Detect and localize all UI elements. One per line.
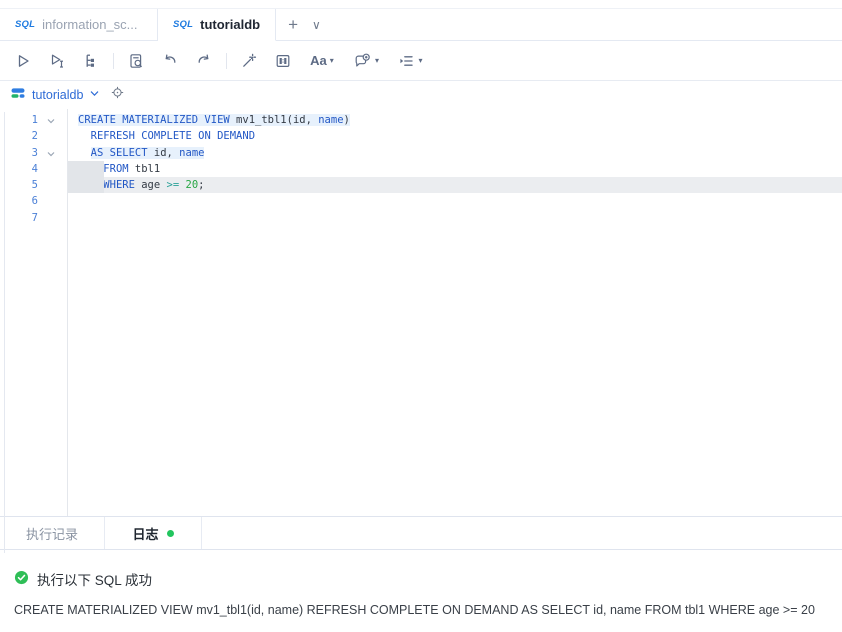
tab-tutorialdb[interactable]: SQL tutorialdb xyxy=(158,9,277,41)
gutter-row: 7 xyxy=(0,210,67,226)
format-sql-button[interactable] xyxy=(232,47,266,75)
log-status-text: 执行以下 SQL 成功 xyxy=(37,573,153,588)
file-search-icon xyxy=(127,52,145,70)
redo-button[interactable] xyxy=(187,47,221,75)
statement-highlight: CREATE MATERIALIZED VIEW mv1_tbl1(id, na… xyxy=(78,114,350,126)
window-top-gap xyxy=(0,0,842,8)
code-line[interactable] xyxy=(68,210,842,226)
editor-header: tutorialdb xyxy=(0,81,842,109)
dropdown-caret-icon: ▾ xyxy=(418,56,423,65)
new-tab-button[interactable]: + xyxy=(288,16,298,33)
gutter-row: 3 xyxy=(0,145,67,161)
gutter-row: 4 xyxy=(0,161,67,177)
line-number: 3 xyxy=(31,146,38,159)
indent-guide xyxy=(68,160,104,178)
statement-highlight: AS SELECT id, name xyxy=(90,146,205,159)
line-number: 2 xyxy=(31,130,38,143)
panel-left-edge xyxy=(4,112,5,553)
undo-button[interactable] xyxy=(153,47,187,75)
line-number: 4 xyxy=(31,162,38,175)
tab-label: 日志 xyxy=(132,526,159,542)
sql-preview-button[interactable] xyxy=(119,47,153,75)
code-line[interactable]: REFRESH COMPLETE ON DEMAND xyxy=(68,128,842,144)
line-number: 7 xyxy=(31,211,38,224)
tab-execution-records[interactable]: 执行记录 xyxy=(0,517,105,549)
toolbar-separator xyxy=(226,52,227,69)
dropdown-caret-icon: ▾ xyxy=(329,56,334,65)
code-line[interactable]: AS SELECT id, name xyxy=(68,145,842,161)
tab-log[interactable]: 日志 xyxy=(105,517,202,549)
undo-icon xyxy=(161,52,179,70)
magic-wand-icon xyxy=(240,52,258,70)
sql-file-icon: SQL xyxy=(173,18,194,30)
execution-plan-icon xyxy=(82,52,100,70)
sql-file-icon: SQL xyxy=(15,18,36,30)
toolbar-separator xyxy=(113,52,114,69)
line-number: 1 xyxy=(31,114,38,126)
tab-label: information_sc... xyxy=(42,17,138,32)
editor-gutter: 1 2 3 4 5 6 7 xyxy=(0,109,68,516)
run-selection-button[interactable] xyxy=(40,47,74,75)
text-case-dropdown[interactable]: Aa ▾ xyxy=(300,47,344,75)
result-tabbar: 执行记录 日志 xyxy=(0,516,842,550)
code-line[interactable]: WHERE age >= 20; xyxy=(68,177,842,194)
gutter-row: 2 xyxy=(0,128,67,144)
line-number: 5 xyxy=(31,179,38,192)
document-tabbar: SQL information_sc... SQL tutorialdb + ∨ xyxy=(0,8,842,41)
dropdown-caret-icon: ▾ xyxy=(374,56,379,65)
indent-guide xyxy=(68,177,104,194)
log-panel: 执行以下 SQL 成功 CREATE MATERIALIZED VIEW mv1… xyxy=(0,550,842,617)
run-icon xyxy=(14,52,32,70)
snippet-dropdown[interactable]: ▾ xyxy=(344,47,388,75)
log-sql-text: CREATE MATERIALIZED VIEW mv1_tbl1(id, na… xyxy=(14,603,815,617)
tab-list-chevron-icon[interactable]: ∨ xyxy=(312,19,321,31)
comment-plus-icon xyxy=(353,52,372,70)
code-line[interactable]: CREATE MATERIALIZED VIEW mv1_tbl1(id, na… xyxy=(68,112,842,128)
line-number: 6 xyxy=(31,195,38,208)
compare-button[interactable] xyxy=(266,47,300,75)
success-check-icon xyxy=(14,570,29,588)
code-line[interactable] xyxy=(68,193,842,209)
editor-toolbar: Aa ▾ ▾ ▾ xyxy=(0,41,842,81)
compare-icon xyxy=(274,52,292,70)
connection-chevron-icon[interactable] xyxy=(89,86,100,104)
redo-icon xyxy=(195,52,213,70)
tab-label: tutorialdb xyxy=(200,17,261,32)
tab-information-schema[interactable]: SQL information_sc... xyxy=(0,9,158,40)
run-cursor-icon xyxy=(48,52,66,70)
code-line[interactable]: FROM tbl1 xyxy=(68,160,842,178)
activity-dot-icon xyxy=(166,529,174,537)
execution-plan-button[interactable] xyxy=(74,47,108,75)
code-lines: CREATE MATERIALIZED VIEW mv1_tbl1(id, na… xyxy=(68,109,842,516)
locate-target-icon[interactable] xyxy=(110,85,125,105)
indent-icon xyxy=(397,52,415,70)
run-button[interactable] xyxy=(6,47,40,75)
sql-editor[interactable]: 1 2 3 4 5 6 7 CREATE MATERIALIZED VIEW mv1_tbl… xyxy=(0,109,842,516)
indent-dropdown[interactable]: ▾ xyxy=(388,47,432,75)
log-status-row: 执行以下 SQL 成功 xyxy=(14,569,828,589)
gutter-row: 6 xyxy=(0,193,67,209)
text-case-icon: Aa xyxy=(310,53,327,68)
gutter-row: 1 xyxy=(0,112,67,128)
tab-label: 执行记录 xyxy=(25,526,78,542)
database-icon xyxy=(10,85,26,106)
connection-name[interactable]: tutorialdb xyxy=(32,88,83,102)
gutter-row: 5 xyxy=(0,177,67,193)
